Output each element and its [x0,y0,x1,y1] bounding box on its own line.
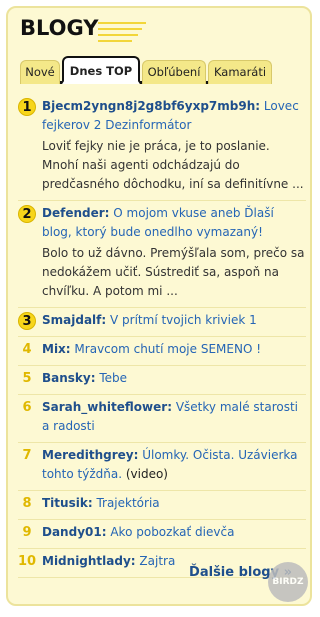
list-item: 4 Mix: Mravcom chutí moje SEMENO ! [18,337,306,366]
excerpt: Loviť fejky nie je práca, je to poslanie… [42,139,304,191]
rank-number: 6 [22,400,32,415]
logo-lines-decoration [98,20,148,46]
list-item: 2 Defender: O mojom vkuse aneb Ďlaší blo… [18,201,306,308]
author-link[interactable]: Bjecm2yngn8j2g8bf6yxp7mb9h: [42,99,260,113]
title-link[interactable]: Zajtra [139,554,175,568]
author-link[interactable]: Titusik: [42,496,93,510]
rank-number: 7 [22,448,32,463]
list-item: 6 Sarah_whiteflower: Všetky malé starost… [18,395,306,443]
rank-badge: 3 [18,312,36,330]
tab-dnes-top[interactable]: Dnes TOP [62,56,140,84]
rank-number: 10 [18,554,37,569]
rank-badge: 1 [18,98,36,116]
video-tag: (video) [125,467,168,481]
title-link[interactable]: V prítmí tvojich kriviek 1 [110,313,257,327]
blogy-widget: BLOGY Nové Dnes TOP Obľúbení Kamaráti 1 … [6,6,312,606]
watermark-logo: BIRDZ [268,562,308,602]
list-item: 5 Bansky: Tebe [18,366,306,395]
author-link[interactable]: Bansky: [42,371,96,385]
excerpt: Bolo to už dávno. Premýšľala som, prečo … [42,246,305,298]
widget-header: BLOGY [20,16,146,50]
rank-number: 8 [22,496,32,511]
tab-bar: Nové Dnes TOP Obľúbení Kamaráti [20,56,272,84]
author-link[interactable]: Mix: [42,342,71,356]
author-link[interactable]: Sarah_whiteflower: [42,400,172,414]
list-item: 3 Smajdalf: V prítmí tvojich kriviek 1 [18,308,306,337]
author-link[interactable]: Midnightlady: [42,554,136,568]
author-link[interactable]: Defender: [42,206,109,220]
author-link[interactable]: Dandy01: [42,525,107,539]
rank-number: 4 [22,342,32,357]
list-item: 9 Dandy01: Ako pobozkať dievča [18,520,306,549]
title-link[interactable]: Ako pobozkať dievča [110,525,234,539]
logo: BLOGY [20,16,99,40]
title-link[interactable]: Mravcom chutí moje SEMENO ! [74,342,261,356]
blog-list: 1 Bjecm2yngn8j2g8bf6yxp7mb9h: Lovec fejk… [18,94,306,578]
author-link[interactable]: Smajdalf: [42,313,106,327]
list-item: 1 Bjecm2yngn8j2g8bf6yxp7mb9h: Lovec fejk… [18,94,306,201]
list-item: 7 Meredithgrey: Úlomky. Očista. Uzávierk… [18,443,306,491]
tab-nove[interactable]: Nové [20,60,60,84]
title-link[interactable]: Tebe [99,371,127,385]
rank-number: 5 [22,371,32,386]
list-item: 8 Titusik: Trajektória [18,491,306,520]
rank-badge: 2 [18,205,36,223]
author-link[interactable]: Meredithgrey: [42,448,138,462]
rank-number: 9 [22,525,32,540]
tab-kamarati[interactable]: Kamaráti [208,60,272,84]
title-link[interactable]: Trajektória [96,496,159,510]
tab-oblubeni[interactable]: Obľúbení [142,60,206,84]
